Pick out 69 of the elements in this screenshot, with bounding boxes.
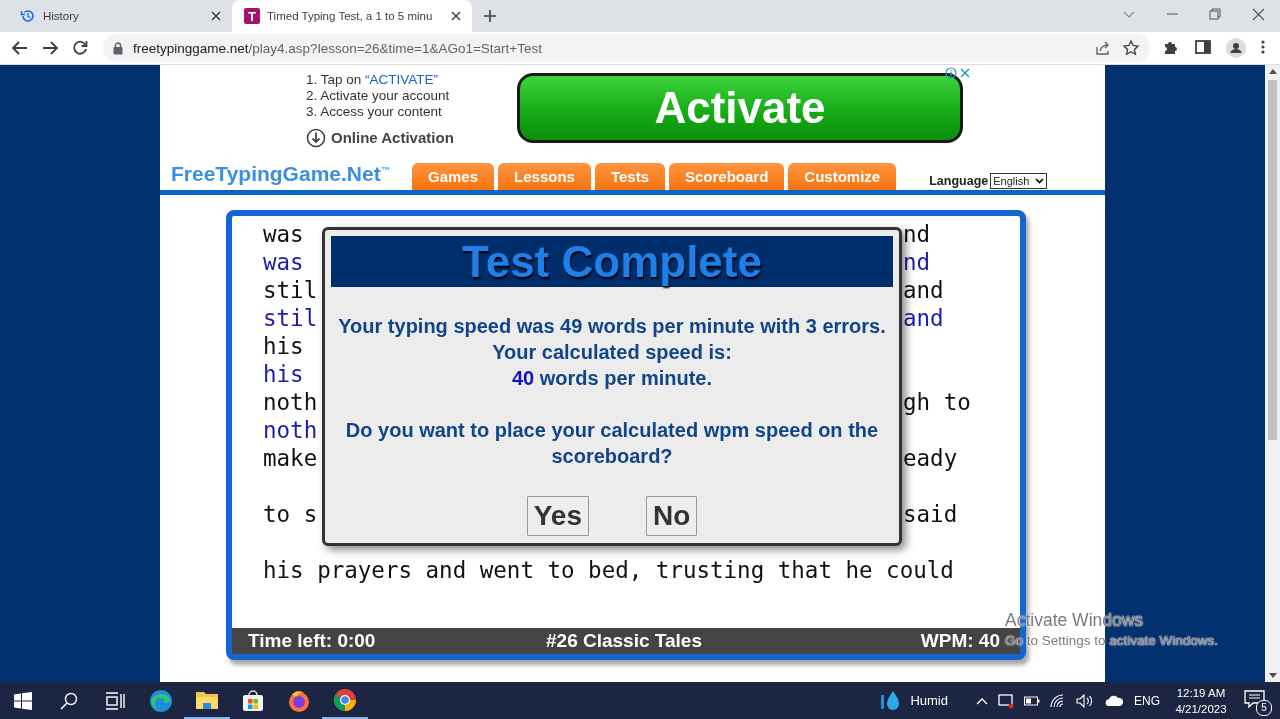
browser-tab[interactable]: T Timed Typing Test, a 1 to 5 minu [232,0,472,32]
browser-tab[interactable]: History [8,0,232,32]
ad-step: 2. Activate your account [306,88,506,104]
wifi-icon[interactable] [1050,693,1066,708]
weather-label[interactable]: Humid [910,693,948,708]
source-text: eady [903,444,958,472]
firefox-icon[interactable] [287,688,311,713]
download-icon [306,128,326,148]
store-icon[interactable] [242,689,264,712]
typed-text: was [263,248,304,276]
source-text: and [903,276,944,304]
caret-icon[interactable] [1035,178,1045,184]
scroll-up-icon[interactable] [1268,69,1277,74]
battery-icon[interactable] [1024,695,1040,706]
source-text: make [263,444,318,472]
history-icon [20,8,36,24]
search-icon[interactable] [60,691,78,710]
source-text: nd [903,220,931,248]
input-language[interactable]: ENG [1134,693,1160,708]
dialog-button[interactable]: Yes [526,496,589,536]
site-favicon: T [244,8,260,24]
site-logo[interactable]: FreeTypingGame.Net$^{™}$ [171,162,412,186]
chevron-up-icon[interactable] [976,696,988,705]
source-text: stil [263,276,318,304]
typed-text: noth [263,416,318,444]
language-select[interactable]: English [990,173,1048,189]
wpm-readout: WPM: 40 [920,629,1000,653]
lesson-name: #26 Classic Tales [546,629,702,653]
ad-link[interactable]: Online Activation [331,130,454,146]
address-bar[interactable]: freetypinggame.net/play4.asp?lesson=26&time=1&AGo1=Start+Test [103,34,1150,62]
scoreboard-question: Do you want to place your calculated wpm speed on the scoreboard? [344,418,880,469]
menu-icon[interactable] [1260,38,1266,56]
info-icon[interactable] [945,67,957,79]
dialog-title: Test Complete [331,236,893,287]
typed-text: nd [903,248,931,276]
chrome-icon[interactable] [333,687,357,712]
calculated-speed: 40 words per minute. [511,366,713,391]
typed-text: stil [263,304,318,332]
source-text: noth [263,388,318,416]
lock-icon[interactable] [113,41,123,55]
share-icon[interactable] [1094,39,1112,57]
new-tab-icon[interactable] [482,8,498,24]
source-text: was [263,220,304,248]
side-panel-icon[interactable] [1194,38,1212,56]
start-icon[interactable] [14,691,32,710]
star-icon[interactable] [1122,39,1140,57]
source-text: his prayers and went to bed, trusting that he could [263,556,954,584]
cloud-icon[interactable] [1104,694,1124,707]
source-text: to s [263,500,318,528]
typed-text: his [263,360,304,388]
source-text: said [903,500,958,528]
typed-text: and [903,304,944,332]
ad-step: 3. Access your content [306,104,506,120]
dialog-button[interactable]: No [645,496,698,536]
monitor-icon[interactable] [998,692,1014,709]
result-message: Your typing speed was 49 words per minute with 3 errors. Your calculated speed is: [337,314,887,365]
source-text: his [263,332,304,360]
time-left: Time left: 0:00 [248,629,377,653]
notifications-button[interactable]: 5 [1242,685,1272,716]
edge-icon[interactable] [149,688,173,713]
speaker-icon[interactable] [1076,693,1094,708]
ad-step: 1. Tap on “ACTIVATE” [306,72,506,88]
language-label: Language [929,174,989,188]
scroll-down-icon[interactable] [1268,673,1277,678]
scrollbar[interactable] [1265,65,1280,682]
source-text: gh to [903,388,971,416]
clock[interactable]: 12:19 AM 4/21/2023 [1170,684,1232,717]
profile-icon[interactable] [1226,38,1246,58]
task-view-icon[interactable] [105,691,125,710]
